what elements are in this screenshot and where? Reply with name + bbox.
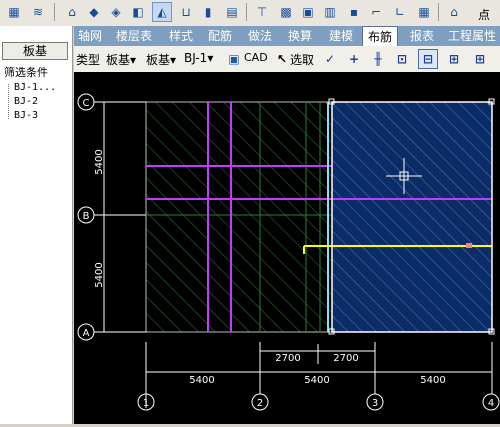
tab-convert[interactable]: 换算 (282, 26, 318, 46)
stair-icon[interactable]: ▤ (222, 2, 242, 22)
bottom-dim-2: 5400 (304, 375, 329, 386)
type-value: 板基 (106, 53, 131, 67)
cursor-icon[interactable]: ↖ (272, 49, 292, 69)
axis-label-3: 3 (372, 398, 378, 409)
slab-grid-icon[interactable]: ⊞ (470, 49, 490, 69)
tab-report[interactable]: 报表 (404, 26, 440, 46)
axis-label-c: C (83, 98, 90, 109)
grid-icon[interactable]: ▦ (4, 2, 24, 22)
axis-bubble-2[interactable]: 2 (251, 393, 269, 411)
tree-connector (8, 84, 9, 120)
post-icon[interactable]: ⊤ (252, 2, 272, 22)
left-dim-upper: 5400 (94, 149, 105, 174)
u-beam-icon[interactable]: ⊔ (176, 2, 196, 22)
point-label[interactable]: 点 (478, 6, 490, 23)
axis-label-b: B (83, 211, 90, 222)
id-value: BJ-1 (184, 51, 208, 65)
chevron-down-icon: ▾ (170, 53, 177, 67)
slab-tab[interactable]: 板基 (2, 42, 68, 60)
board-icon[interactable]: ▥ (320, 2, 340, 22)
tab-method[interactable]: 做法 (242, 26, 278, 46)
axis-label-1: 1 (143, 398, 149, 409)
plus-icon[interactable]: + (344, 49, 364, 69)
wall-grid-icon[interactable]: ▦ (414, 2, 434, 22)
type-dropdown[interactable]: 板基▾ (106, 51, 136, 68)
toolbar-separator (246, 3, 247, 21)
bottom-dim-1: 5400 (189, 375, 214, 386)
left-dim-lower: 5400 (94, 262, 105, 287)
tab-grid[interactable]: 轴网 (74, 26, 106, 46)
axis-bubble-3[interactable]: 3 (366, 393, 384, 411)
opening-icon[interactable]: ▣ (298, 2, 318, 22)
drawing-svg: C B A 5400 5400 2700 2700 5400 5400 5400 (77, 93, 500, 411)
component-toolbar: 类型 板基▾ 板基▾ BJ-1▾ ▣ CAD ↖ 选取 ✓ + ╫ ⊡ ⊟ ⊞ … (74, 46, 500, 73)
slab-layout-icon[interactable]: ⊟ (418, 49, 438, 69)
cad-icon[interactable]: ▣ (224, 49, 244, 69)
column-icon[interactable]: ◈ (106, 2, 126, 22)
pile-icon[interactable]: ▮ (198, 2, 218, 22)
axis-label-4: 4 (488, 398, 494, 409)
check-icon[interactable]: ✓ (320, 49, 340, 69)
tab-layout-rebar[interactable]: 布筋 (362, 26, 398, 46)
sub-dim-right: 2700 (333, 353, 358, 364)
tree-item-bj3[interactable]: BJ-3 (14, 110, 38, 121)
axis-bubble-a[interactable]: A (77, 323, 95, 341)
slab-outline-icon[interactable]: ⊡ (392, 49, 412, 69)
tab-floors[interactable]: 楼层表 (110, 26, 158, 46)
tab-project-props[interactable]: 工程属性 (444, 26, 500, 46)
l-shape-icon[interactable]: ∟ (390, 2, 410, 22)
axis-bubble-c[interactable]: C (77, 93, 95, 111)
chevron-down-icon: ▾ (207, 51, 214, 65)
layers-icon[interactable]: ≋ (28, 2, 48, 22)
beam-icon[interactable]: ⌂ (62, 2, 82, 22)
type-label: 类型 (76, 53, 101, 67)
select-label[interactable]: 选取 (290, 51, 314, 68)
drawing-canvas[interactable]: C B A 5400 5400 2700 2700 5400 5400 5400 (74, 72, 500, 424)
tab-style[interactable]: 样式 (164, 26, 198, 46)
slab-left-hatch[interactable] (146, 102, 332, 332)
sub-dim-left: 2700 (275, 353, 300, 364)
main-toolbar: ▦ ≋ ⌂ ◆ ◈ ◧ ◭ ⊔ ▮ ▤ ⊤ ▩ ▣ ▥ ▪ ⌐ ∟ ▦ ⌂ 点 (0, 0, 500, 27)
chevron-down-icon: ▾ (130, 53, 137, 67)
slab-right-hatch[interactable] (332, 102, 492, 332)
cad-label[interactable]: CAD (244, 51, 268, 64)
id-dropdown[interactable]: BJ-1▾ (184, 51, 213, 65)
save-icon[interactable]: ▪ (344, 2, 364, 22)
marker (466, 243, 472, 248)
foundation-icon[interactable]: ◭ (152, 2, 172, 22)
brick-icon[interactable]: ▩ (276, 2, 296, 22)
bottom-dim-3: 5400 (420, 375, 445, 386)
tab-rebar[interactable]: 配筋 (202, 26, 238, 46)
filter-label: 筛选条件 (4, 66, 48, 79)
sub-value: 板基 (146, 53, 171, 67)
axis-label-2: 2 (257, 398, 263, 409)
slab-icon[interactable]: ◧ (128, 2, 148, 22)
axis-bubble-4[interactable]: 4 (482, 393, 500, 411)
tree-item-bj2[interactable]: BJ-2 (14, 96, 38, 107)
sub-dropdown[interactable]: 板基▾ (146, 51, 176, 68)
left-panel: 板基 筛选条件 BJ-1... BJ-2 BJ-3 (0, 26, 73, 424)
axis-label-a: A (83, 328, 90, 339)
slab-split-icon[interactable]: ⊞ (444, 49, 464, 69)
house-icon[interactable]: ⌂ (444, 2, 464, 22)
tab-model[interactable]: 建模 (324, 26, 358, 46)
tree-item-bj1[interactable]: BJ-1... (14, 82, 56, 93)
axis-bubble-b[interactable]: B (77, 206, 95, 224)
toolbar-separator (54, 3, 55, 21)
corner-icon[interactable]: ⌐ (366, 2, 386, 22)
menu-tabs: 轴网 楼层表 样式 配筋 做法 换算 建模 布筋 报表 工程属性 (74, 26, 500, 46)
double-bar-icon[interactable]: ╫ (368, 49, 388, 69)
wall-icon[interactable]: ◆ (84, 2, 104, 22)
toolbar-separator (438, 3, 439, 21)
